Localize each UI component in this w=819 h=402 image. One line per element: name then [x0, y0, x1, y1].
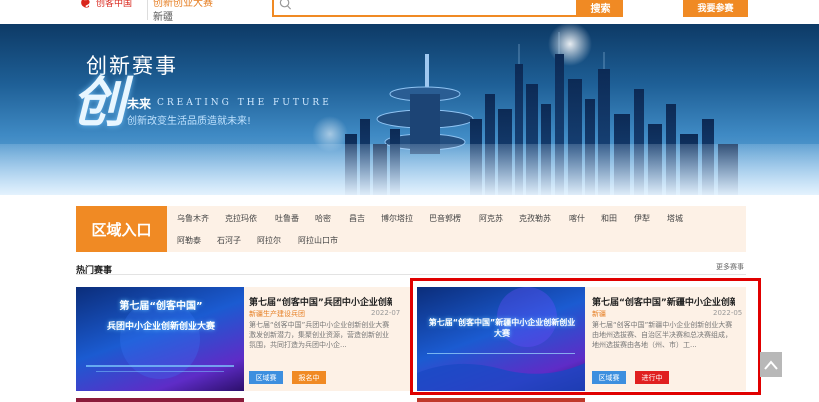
- region-link[interactable]: 克孜勒苏: [519, 213, 551, 224]
- region-link[interactable]: 阿拉山口市: [298, 235, 338, 246]
- brand-region: 新疆: [153, 12, 173, 23]
- event-card[interactable]: 第七届“创客中国” 兵团中小企业创新创业大赛 第七届“创客中国”兵团中小企业创新…: [76, 287, 410, 391]
- next-card-preview: [417, 398, 585, 402]
- region-link[interactable]: 喀什: [569, 213, 585, 224]
- banner-chuang-glyph: 创: [72, 71, 126, 134]
- event-description: 第七届“创客中国”兵团中小企业创新创业大赛激发创新潜力，集聚创业资源，营造创新创…: [249, 321, 390, 349]
- region-link[interactable]: 克拉玛依: [225, 213, 257, 224]
- region-link[interactable]: 乌鲁木齐: [177, 213, 209, 224]
- region-link[interactable]: 阿拉尔: [257, 235, 281, 246]
- event-organizer: 新疆生产建设兵团: [249, 310, 305, 318]
- region-link[interactable]: 和田: [601, 213, 617, 224]
- region-link[interactable]: 阿克苏: [479, 213, 503, 224]
- event-date: 2022-07: [371, 309, 401, 317]
- more-events-link[interactable]: 更多赛事: [716, 262, 744, 272]
- logo-text: 创客中国: [96, 0, 133, 9]
- region-link[interactable]: 吐鲁番: [275, 213, 299, 224]
- region-link[interactable]: 阿勒泰: [177, 235, 201, 246]
- search-icon: [279, 0, 292, 10]
- join-contest-button[interactable]: 我要参赛: [683, 0, 748, 17]
- section-divider: [76, 274, 746, 275]
- cover-title-line1: 第七届“创客中国”: [119, 301, 203, 312]
- banner-slogan: 创新改变生活品质造就未来!: [127, 116, 252, 127]
- banner-weilai: 未来: [127, 97, 152, 111]
- region-link[interactable]: 巴音郭楞: [429, 213, 461, 224]
- next-card-preview: [76, 398, 244, 402]
- search-button[interactable]: 搜索: [578, 0, 623, 17]
- logo-mark-icon: ❦: [78, 0, 94, 13]
- cover-title-line2: 兵团中小企业创新创业大赛: [106, 322, 215, 332]
- site-logo[interactable]: ❦ 创客中国: [78, 0, 142, 16]
- hero-banner[interactable]: 创新赛事 创 未来 CREATING THE FUTURE 创新改变生活品质造就…: [0, 24, 819, 195]
- top-header: ❦ 创客中国 创新创业大赛 新疆 搜索 我要参赛: [0, 0, 819, 24]
- event-name[interactable]: 第七届“创客中国”兵团中小企业创新创: [249, 295, 392, 308]
- search-input[interactable]: [272, 0, 578, 17]
- region-link[interactable]: 博尔塔拉: [381, 213, 413, 224]
- region-link[interactable]: 塔城: [667, 213, 683, 224]
- status-tag: 报名中: [292, 371, 326, 384]
- region-entry-panel: 区域入口 乌鲁木齐 克拉玛依 吐鲁番 哈密 昌吉 博尔塔拉 巴音郭楞 阿克苏 克…: [76, 206, 746, 252]
- highlight-box: [410, 278, 761, 395]
- region-link[interactable]: 哈密: [315, 213, 331, 224]
- region-link[interactable]: 伊犁: [634, 213, 650, 224]
- scroll-to-top-button[interactable]: [760, 352, 782, 377]
- region-link[interactable]: 昌吉: [349, 213, 365, 224]
- banner-english-tagline: CREATING THE FUTURE: [157, 98, 332, 108]
- region-entry-badge: 区域入口: [76, 206, 167, 252]
- region-link[interactable]: 石河子: [217, 235, 241, 246]
- chevron-up-icon: [764, 359, 778, 370]
- logo-divider: [147, 0, 148, 20]
- event-cover-image[interactable]: 第七届“创客中国” 兵团中小企业创新创业大赛: [76, 287, 244, 391]
- region-tag: 区域赛: [249, 371, 283, 384]
